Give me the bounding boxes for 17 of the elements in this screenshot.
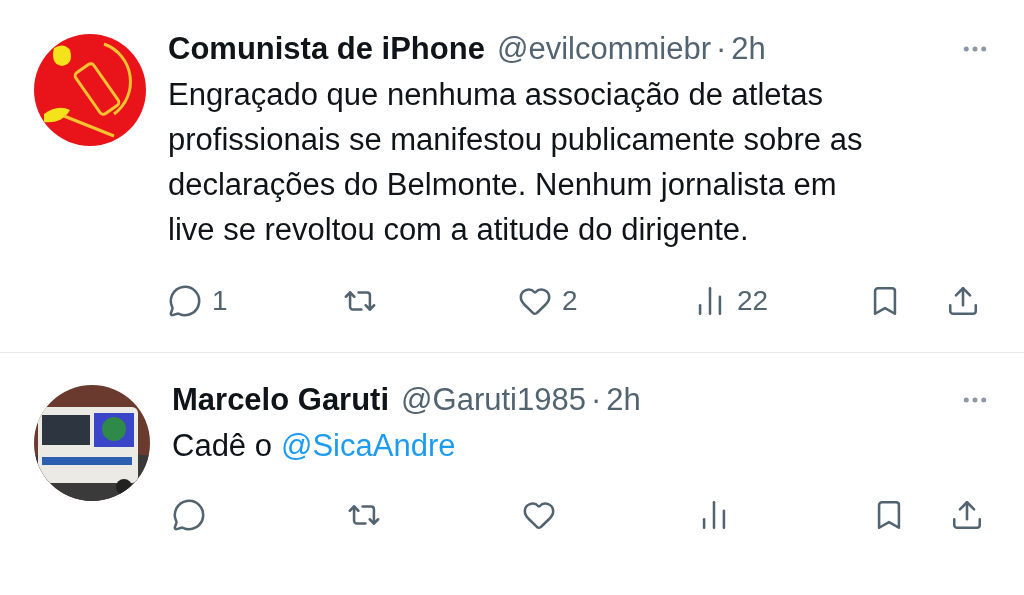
- action-count: 22: [737, 284, 769, 318]
- tweet-text: Cadê o: [172, 427, 272, 465]
- tweet-text: Engraçado que nenhuma associação de atletas profissionais se manifestou publicamente sobre as declarações do Belmonte. Nenhum jornalista em live se revoltou com a atitude do dirigente.: [168, 76, 864, 249]
- timestamp[interactable]: 2h: [731, 25, 766, 73]
- action-count: 2: [562, 284, 578, 318]
- author-name[interactable]: Comunista de iPhone: [168, 25, 485, 73]
- separator-dot: ·: [716, 29, 727, 68]
- author-handle[interactable]: @evilcommiebr: [496, 25, 711, 73]
- author-handle[interactable]: @Garuti1985: [401, 376, 586, 424]
- reply-icon[interactable]: [168, 284, 202, 318]
- author-name[interactable]: Marcelo Garuti: [172, 376, 390, 424]
- share-icon[interactable]: [946, 284, 980, 318]
- action-count: 1: [212, 284, 228, 318]
- reply-icon[interactable]: [172, 498, 206, 532]
- share-icon[interactable]: [950, 498, 984, 532]
- timestamp[interactable]: 2h: [606, 376, 641, 424]
- separator-dot: ·: [590, 380, 602, 419]
